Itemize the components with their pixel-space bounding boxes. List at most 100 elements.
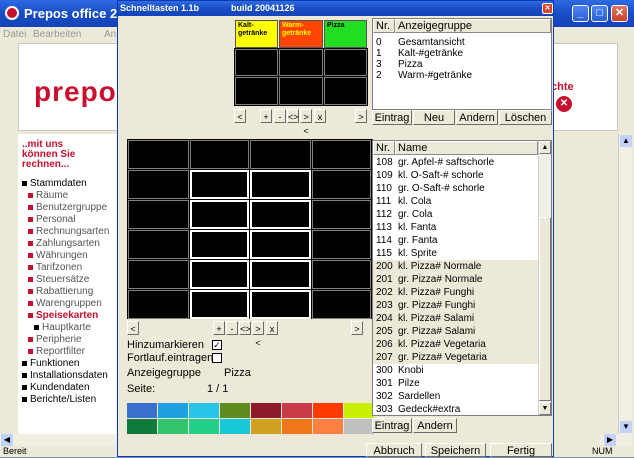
group-list-andern-button[interactable]: Andern [456, 110, 498, 125]
article-list-row[interactable]: 203 gr. Pizza# Funghi [373, 299, 538, 312]
article-list-row[interactable]: 201 gr. Pizza# Normale [373, 273, 538, 286]
article-list-row[interactable]: 109 kl. O-Saft-# schorle [373, 169, 538, 182]
article-list-andern-button[interactable]: Andern [413, 418, 457, 433]
group-list-row[interactable]: 1 Kalt-#getränke [373, 48, 551, 59]
main-key[interactable] [312, 140, 371, 169]
article-list-row[interactable]: 302 Sardellen [373, 390, 538, 403]
main-close-button[interactable]: ✕ [611, 5, 628, 22]
main-key[interactable] [250, 230, 311, 259]
article-list-header-nr[interactable]: Nr. [373, 141, 395, 155]
article-list[interactable]: Nr. Name 108 gr. Apfel-# saftschorle 109 kl… [372, 140, 552, 416]
top-key[interactable] [324, 49, 367, 76]
palette-swatch[interactable] [220, 403, 250, 418]
article-list-row[interactable]: 111 kl. Cola [373, 195, 538, 208]
nav-item[interactable]: Funktionen [22, 358, 79, 369]
main-key[interactable] [128, 290, 189, 319]
group-list-row[interactable]: 2 Warm-#getränke [373, 70, 551, 81]
palette-swatch[interactable] [127, 403, 157, 418]
article-scroll-up-icon[interactable]: ▲ [539, 141, 551, 154]
article-list-row[interactable]: 301 Pilze [373, 377, 538, 390]
top-nav-button[interactable]: < [234, 109, 246, 123]
nav-item[interactable]: Kundendaten [22, 382, 90, 393]
nav-item[interactable]: Währungen [28, 250, 88, 261]
top-key[interactable] [279, 77, 323, 105]
article-list-row[interactable]: 112 gr. Cola [373, 208, 538, 221]
main-key[interactable] [190, 260, 249, 289]
main-key[interactable] [128, 200, 189, 229]
article-scroll-thumb[interactable] [539, 217, 551, 401]
top-nav-button[interactable]: >< [300, 109, 312, 136]
nav-item[interactable]: Berichte/Listen [22, 394, 96, 405]
group-list-neu-button[interactable]: Neu [413, 110, 455, 125]
main-key[interactable] [190, 290, 249, 319]
palette-swatch[interactable] [251, 419, 281, 434]
nav-item[interactable]: Steuersätze [28, 274, 89, 285]
main-nav-button[interactable]: + [213, 321, 225, 335]
scroll-right-icon[interactable]: ▶ [604, 434, 616, 446]
nav-item[interactable]: Räume [28, 190, 68, 201]
group-list-eintrag-button[interactable]: Eintrag [372, 110, 412, 125]
top-key[interactable] [235, 49, 278, 76]
checkbox-fortlauf-box[interactable] [212, 353, 222, 363]
top-tab-kalt[interactable]: Kalt- getränke [235, 20, 278, 48]
nav-item[interactable]: Speisekarten [28, 310, 98, 321]
article-list-scrollbar[interactable]: ▲ ▼ [538, 141, 551, 415]
top-nav-button[interactable]: x [314, 109, 326, 123]
nav-item[interactable]: Stammdaten [22, 178, 87, 189]
main-key[interactable] [312, 170, 371, 199]
nav-item[interactable]: Reportfilter [28, 346, 85, 357]
group-list-row[interactable]: 3 Pizza [373, 59, 551, 70]
dialog-close-button[interactable]: ✕ [542, 3, 553, 14]
main-key[interactable] [312, 290, 371, 319]
main-key[interactable] [250, 140, 311, 169]
menu-an[interactable]: An [104, 27, 116, 42]
main-key[interactable] [312, 230, 371, 259]
footer-speichern-button[interactable]: Speichern [425, 443, 486, 457]
main-key[interactable] [190, 170, 249, 199]
palette-swatch[interactable] [251, 403, 281, 418]
main-key[interactable] [128, 140, 189, 169]
top-tab-warm[interactable]: Warm- getränke [279, 20, 323, 48]
nav-item[interactable]: Rechnungsarten [28, 226, 109, 237]
top-key[interactable] [279, 49, 323, 76]
group-list-loeschen-button[interactable]: Löschen [499, 110, 552, 125]
main-nav-button[interactable]: x [266, 321, 278, 335]
scroll-left-icon[interactable]: ◀ [1, 434, 13, 446]
main-key[interactable] [128, 260, 189, 289]
palette-swatch[interactable] [313, 403, 343, 418]
article-list-eintrag-button[interactable]: Eintrag [372, 418, 412, 433]
article-list-row[interactable]: 300 Knobi [373, 364, 538, 377]
article-list-row[interactable]: 200 kl. Pizza# Normale [373, 260, 538, 273]
nav-item[interactable]: Peripherie [28, 334, 82, 345]
nav-item[interactable]: Hauptkarte [34, 322, 91, 333]
maximize-button[interactable]: □ [591, 5, 608, 22]
top-nav-button[interactable]: + [260, 109, 272, 123]
palette-swatch[interactable] [189, 419, 219, 434]
menu-datei[interactable]: Datei [3, 27, 26, 42]
nav-item[interactable]: Warengruppen [28, 298, 102, 309]
right-hscroll[interactable]: ▶ [600, 434, 632, 446]
footer-fertig-button[interactable]: Fertig [490, 443, 552, 457]
group-list[interactable]: Nr. Anzeigegruppe 0 Gesamtansicht 1 Kalt-#g… [372, 18, 552, 110]
article-list-row[interactable]: 206 kl. Pizza# Vegetaria [373, 338, 538, 351]
palette-swatch[interactable] [344, 419, 374, 434]
article-list-header-name[interactable]: Name [395, 141, 538, 155]
article-scroll-down-icon[interactable]: ▼ [539, 402, 551, 415]
checkbox-fortlauf[interactable]: Fortlauf.eintragen [127, 352, 247, 365]
scroll-up-icon[interactable]: ▲ [620, 135, 632, 147]
top-nav-button[interactable]: - [274, 109, 286, 123]
main-key[interactable] [312, 200, 371, 229]
nav-item[interactable]: Personal [28, 214, 75, 225]
palette-swatch[interactable] [127, 419, 157, 434]
article-list-row[interactable]: 115 kl. Sprite [373, 247, 538, 260]
nav-item[interactable]: Zahlungsarten [28, 238, 100, 249]
top-tab-pizza[interactable]: Pizza [324, 20, 367, 48]
article-list-row[interactable]: 114 gr. Fanta [373, 234, 538, 247]
scroll-down-icon[interactable]: ▼ [620, 421, 632, 433]
article-list-row[interactable]: 303 Gedeck#extra [373, 403, 538, 415]
main-key[interactable] [250, 290, 311, 319]
main-nav-button[interactable]: <> [239, 321, 251, 335]
left-hscroll[interactable]: ◀ [0, 434, 118, 446]
main-nav-button[interactable]: >< [252, 321, 264, 348]
nav-item[interactable]: Tarifzonen [28, 262, 82, 273]
